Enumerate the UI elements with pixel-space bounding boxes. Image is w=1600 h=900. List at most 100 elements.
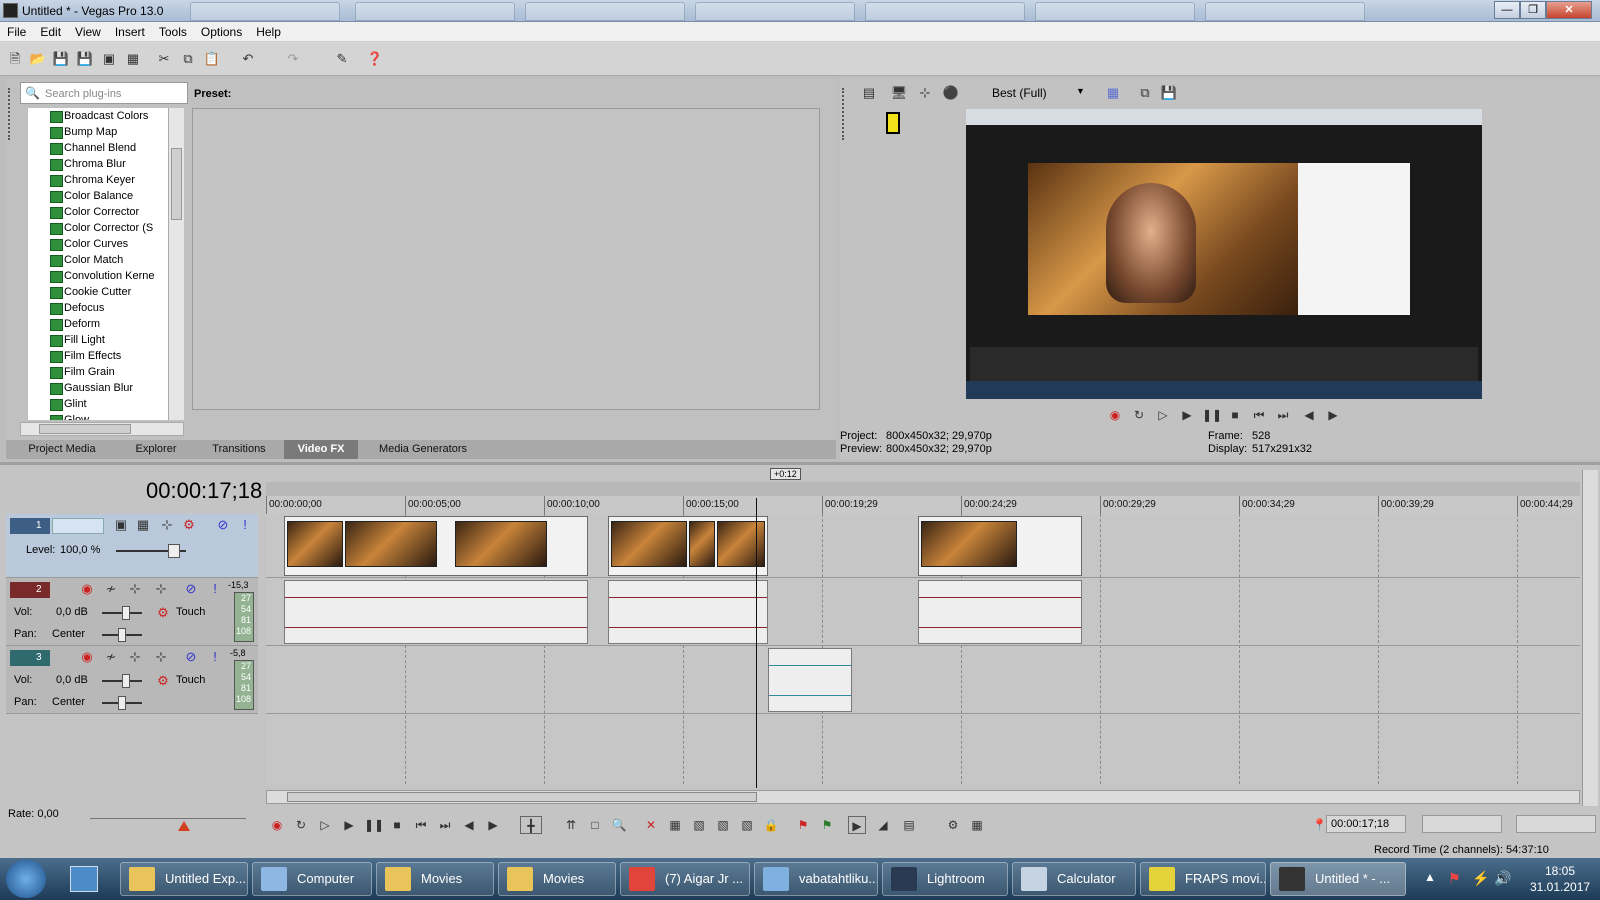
taskbar-item[interactable]: Lightroom [882, 862, 1008, 896]
arm-record-icon[interactable]: ◉ [78, 648, 96, 666]
audio-event[interactable] [918, 580, 1082, 644]
marker-bar[interactable] [266, 482, 1580, 496]
invert-phase-icon[interactable]: ≁ [102, 580, 120, 598]
auto-crossfade-icon[interactable]: ◢ [874, 816, 892, 834]
chevron-down-icon[interactable]: ▼ [1076, 86, 1085, 96]
menu-edit[interactable]: Edit [33, 22, 68, 39]
video-event[interactable] [918, 516, 1082, 576]
track-fx-icon[interactable]: ⊹ [126, 648, 144, 666]
taskbar-item[interactable]: vabatahtliku... [754, 862, 878, 896]
zoom-edit-tool-icon[interactable]: 🔍 [610, 816, 628, 834]
plugin-item[interactable]: Chroma Keyer [28, 172, 168, 188]
audio-event[interactable] [284, 580, 588, 644]
power-icon[interactable]: ⚡ [1472, 870, 1489, 887]
ignore-event-grouping-icon[interactable]: ▦ [968, 816, 986, 834]
save-as-icon[interactable]: 💾 [76, 50, 94, 68]
plugin-item[interactable]: Color Match [28, 252, 168, 268]
menu-view[interactable]: View [68, 22, 108, 39]
new-project-icon[interactable]: 🗎 [6, 50, 24, 68]
normal-edit-tool-icon[interactable]: ╋ [520, 816, 542, 834]
plugin-tree-scrollbar[interactable] [168, 108, 184, 420]
delete-icon[interactable]: ✕ [642, 816, 660, 834]
track-name-field[interactable] [52, 518, 104, 534]
selection-start-field[interactable] [1422, 815, 1502, 833]
previous-frame-icon[interactable]: ◀ [1300, 406, 1318, 424]
plugin-item[interactable]: Color Corrector (S [28, 220, 168, 236]
track-header-3[interactable]: 3 ◉ ≁ ⊹ ⊹ ⊘ ! -5,8 Vol: 0,0 dB ⚙ Touch P… [6, 646, 258, 714]
plugin-item[interactable]: Color Corrector [28, 204, 168, 220]
menu-help[interactable]: Help [249, 22, 288, 39]
track-header-1[interactable]: 1 ▣ ▦ ⊹ ⚙ ⊘ ! Level: 100,0 % [6, 514, 258, 578]
automation-mode-icon[interactable]: ⚙ [154, 672, 172, 690]
plugin-item[interactable]: Color Balance [28, 188, 168, 204]
settings-gear-icon[interactable]: ⚙ [180, 516, 198, 534]
tab-explorer[interactable]: Explorer [118, 440, 194, 459]
normal-edit-tool-icon[interactable]: ✎ [333, 50, 351, 68]
plugin-item[interactable]: Deform [28, 316, 168, 332]
taskbar-item[interactable]: Calculator [1012, 862, 1136, 896]
save-snapshot-icon[interactable]: 💾 [1160, 84, 1178, 102]
whats-this-help-icon[interactable]: ❓ [366, 50, 384, 68]
pan-slider-thumb[interactable] [118, 628, 126, 642]
cursor-position-field[interactable]: 00:00:17;18 [1326, 815, 1406, 833]
tab-media-generators[interactable]: Media Generators [358, 440, 488, 459]
plugin-item[interactable]: Film Grain [28, 364, 168, 380]
taskbar-item[interactable]: Movies [498, 862, 616, 896]
trim-icon[interactable]: ▦ [666, 816, 684, 834]
volume-slider-thumb[interactable] [122, 606, 130, 620]
stop-icon[interactable]: ■ [388, 816, 406, 834]
solo-icon[interactable]: ! [206, 648, 224, 666]
automation-mode-icon[interactable]: ⚙ [154, 604, 172, 622]
next-frame-icon[interactable]: ▶ [484, 816, 502, 834]
plugin-item[interactable]: Bump Map [28, 124, 168, 140]
timeline-scroll-thumb[interactable] [287, 792, 757, 802]
show-desktop-icon[interactable] [70, 866, 98, 892]
plugin-item[interactable]: Convolution Kerne [28, 268, 168, 284]
search-input[interactable]: Search plug-ins [45, 88, 121, 100]
clock-date[interactable]: 31.01.2017 [1530, 880, 1590, 894]
tray-expand-icon[interactable]: ▲ [1424, 870, 1436, 884]
play-from-start-icon[interactable]: ▷ [1154, 406, 1172, 424]
paste-icon[interactable]: 📋 [203, 50, 221, 68]
automation-mode[interactable]: Touch [176, 606, 205, 618]
scrollbar-thumb[interactable] [171, 148, 182, 220]
plugin-item[interactable]: Broadcast Colors [28, 108, 168, 124]
plugin-item[interactable]: Glint [28, 396, 168, 412]
hscroll-thumb[interactable] [39, 424, 131, 434]
dock-gripper[interactable] [842, 88, 850, 140]
track-fx-icon[interactable]: ⊹ [126, 580, 144, 598]
timeline-hscrollbar[interactable] [266, 790, 1580, 804]
record-icon[interactable]: ◉ [1106, 406, 1124, 424]
plugin-item[interactable]: Gaussian Blur [28, 380, 168, 396]
track-motion-icon[interactable]: ▦ [134, 516, 152, 534]
taskbar-item[interactable]: (7) Aigar Jr ... [620, 862, 750, 896]
plugin-item[interactable]: Cookie Cutter [28, 284, 168, 300]
start-button[interactable] [6, 860, 46, 898]
menu-tools[interactable]: Tools [152, 22, 194, 39]
play-icon[interactable]: ▶ [340, 816, 358, 834]
close-button[interactable]: ✕ [1546, 1, 1592, 19]
preview-quality-dropdown[interactable]: Best (Full) [992, 86, 1047, 100]
selection-length-field[interactable] [1516, 815, 1596, 833]
play-from-start-icon[interactable]: ▷ [316, 816, 334, 834]
pause-icon[interactable]: ❚❚ [364, 816, 384, 834]
taskbar-item[interactable]: Untitled Exp... [120, 862, 248, 896]
plugin-tree-hscrollbar[interactable] [20, 422, 184, 436]
plugin-item[interactable]: Channel Blend [28, 140, 168, 156]
timeline-ruler[interactable]: 00:00:00;00 00:00:05;00 00:00:10;00 00:0… [266, 496, 1580, 514]
track-header-2[interactable]: 2 ◉ ≁ ⊹ ⊹ ⊘ ! -15,3 Vol: 0,0 dB ⚙ Touch … [6, 578, 258, 646]
mute-icon[interactable]: ⊘ [182, 648, 200, 666]
menu-insert[interactable]: Insert [108, 22, 152, 39]
auto-ripple-icon[interactable]: ▤ [900, 816, 918, 834]
taskbar-item[interactable]: Untitled * - ... [1270, 862, 1406, 896]
plugin-item[interactable]: Chroma Blur [28, 156, 168, 172]
arm-record-icon[interactable]: ◉ [78, 580, 96, 598]
go-to-end-icon[interactable]: ⏭ [1274, 406, 1292, 424]
dock-gripper[interactable] [8, 88, 16, 140]
taskbar-item[interactable]: FRAPS movi... [1140, 862, 1266, 896]
previous-frame-icon[interactable]: ◀ [460, 816, 478, 834]
volume-icon[interactable]: 🔊 [1494, 870, 1511, 887]
clock-time[interactable]: 18:05 [1530, 864, 1590, 878]
copy-snapshot-icon[interactable]: ⧉ [1136, 84, 1154, 102]
tab-project-media[interactable]: Project Media [6, 440, 118, 459]
